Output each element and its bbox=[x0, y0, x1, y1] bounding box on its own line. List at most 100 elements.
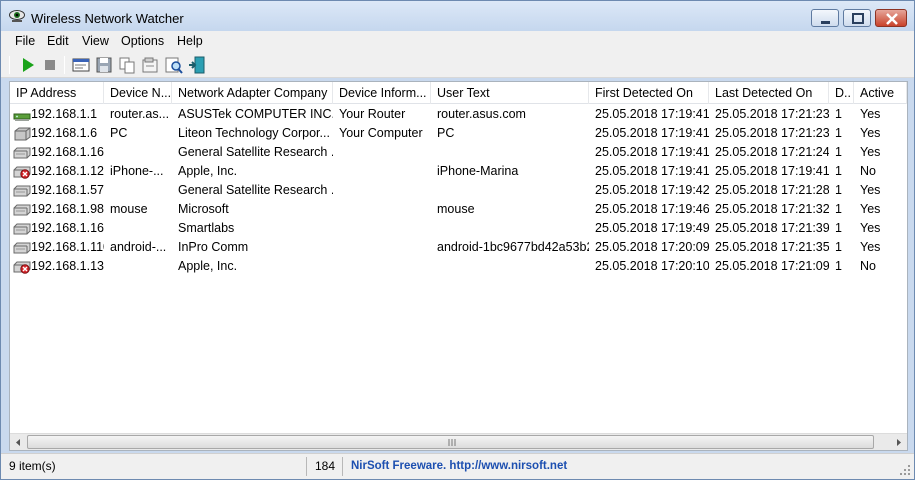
horizontal-scrollbar[interactable] bbox=[10, 433, 907, 450]
cell-user-text bbox=[437, 257, 589, 276]
inactive-device-icon bbox=[13, 261, 31, 274]
arrow-right-icon bbox=[897, 439, 901, 446]
cell-user-text-text: router.asus.com bbox=[437, 107, 526, 121]
table-row[interactable]: 192.168.1.132 Apple, Inc. 25.05.2018 17:20… bbox=[10, 257, 907, 276]
resize-grip-icon[interactable] bbox=[899, 464, 911, 476]
column-ip-address[interactable]: IP Address bbox=[10, 82, 104, 104]
arrow-left-icon bbox=[16, 439, 20, 446]
cell-user-text bbox=[437, 181, 589, 200]
cell-device-information bbox=[339, 162, 431, 181]
cell-detection-count: 1 bbox=[835, 257, 854, 276]
column-user-text[interactable]: User Text bbox=[431, 82, 589, 104]
cell-active: Yes bbox=[860, 238, 907, 257]
close-button[interactable] bbox=[875, 9, 907, 27]
close-icon bbox=[886, 13, 898, 25]
table-row[interactable]: 192.168.1.98 mouse Microsoft mouse 25.05.201… bbox=[10, 200, 907, 219]
column-detection-count[interactable]: D.. bbox=[829, 82, 854, 104]
cell-active: Yes bbox=[860, 200, 907, 219]
column-device-name[interactable]: Device N... bbox=[104, 82, 172, 104]
cell-ip-address-text: 192.168.1.132 bbox=[31, 259, 104, 273]
menu-help[interactable]: Help bbox=[177, 34, 203, 48]
cell-device-information-text: Your Computer bbox=[339, 126, 423, 140]
toolbar-separator bbox=[64, 56, 65, 74]
cell-ip-address-text: 192.168.1.16 bbox=[31, 145, 104, 159]
nirsoft-link[interactable]: NirSoft Freeware. http://www.nirsoft.net bbox=[343, 457, 643, 476]
table-row[interactable]: 192.168.1.57 General Satellite Research .… bbox=[10, 181, 907, 200]
column-network-adapter-company[interactable]: Network Adapter Company bbox=[172, 82, 333, 104]
cell-active-text: Yes bbox=[860, 240, 881, 254]
cell-active: No bbox=[860, 257, 907, 276]
minimize-button[interactable] bbox=[811, 9, 839, 27]
cell-ip-address-text: 192.168.1.167 bbox=[31, 221, 104, 235]
stop-button[interactable] bbox=[40, 55, 60, 75]
menu-file[interactable]: File bbox=[15, 34, 35, 48]
scrollbar-thumb[interactable] bbox=[27, 435, 874, 449]
table-row[interactable]: 192.168.1.110 android-... InPro Comm androi… bbox=[10, 238, 907, 257]
cell-network-adapter-company-text: Smartlabs bbox=[178, 221, 235, 235]
title-bar[interactable]: Wireless Network Watcher bbox=[1, 1, 914, 31]
cell-detection-count: 1 bbox=[835, 105, 854, 124]
cell-user-text-text: PC bbox=[437, 126, 455, 140]
menu-view[interactable]: View bbox=[82, 34, 109, 48]
scroll-left-arrow[interactable] bbox=[10, 434, 27, 450]
minimize-icon bbox=[821, 21, 830, 24]
router-icon bbox=[13, 113, 31, 121]
table-row[interactable]: 192.168.1.167 Smartlabs 25.05.2018 17:19:4… bbox=[10, 219, 907, 238]
cell-device-name-text: iPhone-... bbox=[110, 164, 164, 178]
maximize-icon bbox=[852, 13, 864, 24]
cell-last-detected-on-text: 25.05.2018 17:21:23 bbox=[715, 107, 829, 121]
cell-detection-count: 1 bbox=[835, 143, 854, 162]
cell-ip-address-text: 192.168.1.6 bbox=[31, 126, 98, 140]
network-device-icon bbox=[13, 185, 31, 197]
cell-detection-count-text: 1 bbox=[835, 164, 842, 178]
cell-user-text: PC bbox=[437, 124, 589, 143]
cell-detection-count: 1 bbox=[835, 238, 854, 257]
html-report-button[interactable] bbox=[71, 55, 91, 75]
cell-device-name-text: router.as... bbox=[110, 107, 170, 121]
cell-device-name-text: PC bbox=[110, 126, 128, 140]
table-row[interactable]: 192.168.1.6 PC Liteon Technology Corpor...… bbox=[10, 124, 907, 143]
table-row[interactable]: 192.168.1.16 General Satellite Research .… bbox=[10, 143, 907, 162]
cell-user-text-text: iPhone-Marina bbox=[437, 164, 519, 178]
cell-device-name: iPhone-... bbox=[110, 162, 172, 181]
cell-first-detected-on-text: 25.05.2018 17:19:41 bbox=[595, 145, 709, 159]
maximize-button[interactable] bbox=[843, 9, 871, 27]
computer-icon bbox=[14, 127, 31, 141]
cell-ip-address-text: 192.168.1.57 bbox=[31, 183, 104, 197]
save-button[interactable] bbox=[94, 55, 114, 75]
cell-user-text: iPhone-Marina bbox=[437, 162, 589, 181]
column-device-information[interactable]: Device Inform... bbox=[333, 82, 431, 104]
cell-network-adapter-company: Apple, Inc. bbox=[178, 162, 333, 181]
cell-last-detected-on: 25.05.2018 17:21:32 bbox=[715, 200, 829, 219]
cell-network-adapter-company: InPro Comm bbox=[178, 238, 333, 257]
exit-button[interactable] bbox=[187, 55, 207, 75]
cell-last-detected-on: 25.05.2018 17:19:41 bbox=[715, 162, 829, 181]
table-row[interactable]: 192.168.1.12 iPhone-... Apple, Inc. iPhone-… bbox=[10, 162, 907, 181]
copy-icon bbox=[119, 57, 135, 74]
cell-last-detected-on: 25.05.2018 17:21:28 bbox=[715, 181, 829, 200]
devices-list[interactable]: IP Address Device N... Network Adapter C… bbox=[9, 81, 908, 451]
cell-device-name bbox=[110, 219, 172, 238]
window-title: Wireless Network Watcher bbox=[31, 11, 184, 26]
column-last-detected-on[interactable]: Last Detected On bbox=[709, 82, 829, 104]
copy-button[interactable] bbox=[117, 55, 137, 75]
cell-network-adapter-company: Microsoft bbox=[178, 200, 333, 219]
menu-edit[interactable]: Edit bbox=[47, 34, 69, 48]
scroll-right-arrow[interactable] bbox=[890, 434, 907, 450]
start-button[interactable] bbox=[18, 55, 38, 75]
find-button[interactable] bbox=[164, 55, 184, 75]
cell-ip-address: 192.168.1.98 bbox=[10, 200, 104, 219]
cell-active-text: No bbox=[860, 259, 876, 273]
properties-button[interactable] bbox=[140, 55, 160, 75]
cell-network-adapter-company: Apple, Inc. bbox=[178, 257, 333, 276]
menu-options[interactable]: Options bbox=[121, 34, 164, 48]
column-first-detected-on[interactable]: First Detected On bbox=[589, 82, 709, 104]
network-device-icon bbox=[13, 223, 31, 235]
cell-active-text: No bbox=[860, 164, 876, 178]
column-active[interactable]: Active bbox=[854, 82, 907, 104]
cell-network-adapter-company-text: General Satellite Research ... bbox=[178, 183, 333, 197]
table-row[interactable]: 192.168.1.1 router.as... ASUSTek COMPUTER … bbox=[10, 105, 907, 124]
cell-device-information bbox=[339, 238, 431, 257]
cell-user-text bbox=[437, 143, 589, 162]
cell-active: Yes bbox=[860, 181, 907, 200]
